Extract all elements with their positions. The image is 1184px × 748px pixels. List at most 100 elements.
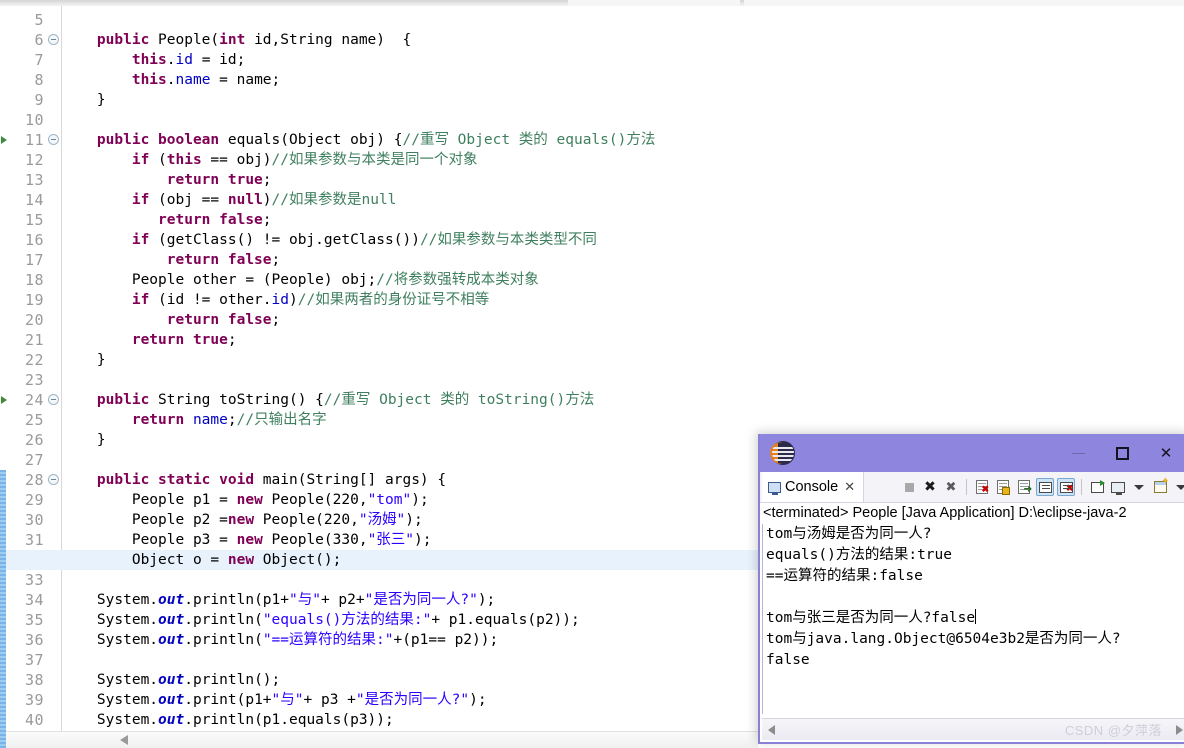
console-tab-close-icon[interactable]: ✕ <box>844 479 855 495</box>
code-token-pln: ); <box>411 492 429 508</box>
code-line[interactable]: return true; <box>62 170 272 190</box>
new-console-view-icon[interactable] <box>1151 476 1170 496</box>
remove-launch-icon[interactable]: ✖ <box>921 478 939 496</box>
code-line[interactable]: System.out.println(); <box>62 670 280 690</box>
code-fold-toggle-icon[interactable] <box>48 34 59 45</box>
maximize-icon <box>1115 446 1129 460</box>
code-line[interactable]: System.out.print(p1+"与"+ p3 +"是否为同一人?"); <box>62 690 487 710</box>
code-token-str: "是否为同一人?" <box>355 692 470 708</box>
scroll-left-arrow-icon[interactable] <box>762 721 780 739</box>
override-marker-icon[interactable] <box>0 135 9 144</box>
code-line[interactable]: System.out.println("equals()方法的结果:"+ p1.… <box>62 610 580 630</box>
code-token-pln: ( <box>158 152 167 168</box>
code-token-pln: System. <box>62 612 159 628</box>
line-number: 27 <box>24 451 44 469</box>
code-token-sfld: out <box>158 592 185 608</box>
scroll-lock-icon[interactable] <box>994 478 1012 496</box>
minimize-button[interactable] <box>1056 434 1100 472</box>
code-token-pln: ; <box>262 172 272 188</box>
code-line[interactable]: People other = (People) obj;//将参数强转成本类对象 <box>62 270 539 290</box>
code-token-pln: People p2 = <box>62 512 228 528</box>
code-line[interactable]: } <box>62 430 106 450</box>
scroll-right-arrow-icon[interactable] <box>1170 721 1184 739</box>
console-window-titlebar[interactable]: ✕ <box>760 434 1184 472</box>
code-fold-toggle-icon[interactable] <box>48 474 59 485</box>
code-token-pln: = id; <box>192 52 246 68</box>
override-marker-icon[interactable] <box>0 395 9 404</box>
code-line[interactable]: if (getClass() != obj.getClass())//如果参数与… <box>62 230 597 250</box>
line-number: 13 <box>24 171 44 189</box>
code-line[interactable]: return true; <box>62 330 237 350</box>
code-line[interactable]: System.out.println("==运算符的结果:"+(p1== p2)… <box>62 630 498 650</box>
code-line[interactable]: return false; <box>62 210 272 230</box>
code-token-pln: .println(p1+ <box>184 592 289 608</box>
code-token-pln: = name; <box>210 72 281 88</box>
code-line[interactable]: System.out.println(p1+"与"+ p2+"是否为同一人?")… <box>62 590 495 610</box>
display-console-icon[interactable] <box>1109 478 1127 496</box>
remove-all-terminated-icon[interactable]: ✖ <box>942 478 960 496</box>
code-line[interactable]: } <box>62 350 106 370</box>
code-line[interactable]: System.out.println(p1.equals(p3)); <box>62 710 394 730</box>
code-token-str: "==运算符的结果:" <box>262 632 394 648</box>
pin-console-icon[interactable] <box>1036 478 1054 496</box>
terminate-icon[interactable] <box>900 478 918 496</box>
open-console-icon[interactable] <box>1088 478 1106 496</box>
eclipse-logo-icon <box>772 442 794 464</box>
console-output-area[interactable]: tom与汤姆是否为同一人? equals()方法的结果:true ==运算符的结果:… <box>762 524 1184 714</box>
code-fold-toggle-icon[interactable] <box>48 134 59 145</box>
code-line[interactable]: if (id != other.id)//如果两者的身份证号不相等 <box>62 290 489 310</box>
code-line[interactable]: public boolean equals(Object obj) {//重写 … <box>62 130 655 150</box>
code-token-cmt: //如果参数与本类是同一个对象 <box>271 152 478 168</box>
code-token-pln: .println(); <box>184 672 281 688</box>
launch-configuration-label: <terminated> People [Java Application] D… <box>760 503 1184 524</box>
code-line[interactable]: public People(int id,String name) { <box>62 30 411 50</box>
code-line[interactable]: public static void main(String[] args) { <box>62 470 446 490</box>
code-token-kw: new <box>236 532 272 548</box>
show-console-on-output-icon[interactable]: ➜ <box>1015 478 1033 496</box>
code-token-fld: name <box>192 412 228 428</box>
line-number: 33 <box>24 571 44 589</box>
code-token-sfld: out <box>158 712 185 728</box>
code-line[interactable]: public String toString() {//重写 Object 类的… <box>62 390 594 410</box>
clear-console-icon[interactable]: ✖ <box>973 478 991 496</box>
display-selected-console-icon[interactable]: ✖ <box>1057 478 1075 496</box>
line-number: 40 <box>24 711 44 729</box>
window-controls[interactable]: ✕ <box>1056 434 1184 472</box>
current-line-gutter-highlight <box>0 550 62 570</box>
code-line[interactable]: return false; <box>62 310 281 330</box>
code-token-pln: .println( <box>184 632 263 648</box>
view-menu-dropdown-icon[interactable] <box>1172 478 1184 496</box>
code-line[interactable]: return false; <box>62 250 281 270</box>
code-line[interactable]: this.name = name; <box>62 70 280 90</box>
close-button[interactable]: ✕ <box>1144 434 1184 472</box>
code-token-pln: equals(Object obj) { <box>227 132 403 148</box>
scroll-left-arrow-icon[interactable] <box>120 735 128 745</box>
code-line[interactable]: People p2 =new People(220,"汤姆"); <box>62 510 423 530</box>
code-token-kw: this <box>62 72 167 88</box>
tab-console[interactable]: Console ✕ <box>762 472 865 502</box>
maximize-button[interactable] <box>1100 434 1144 472</box>
code-token-pln: Object o = <box>62 552 228 568</box>
code-line[interactable]: if (this == obj)//如果参数与本类是同一个对象 <box>62 150 478 170</box>
eclipse-console-window[interactable]: ✕ Console ✕ ✖ ✖ ✖ ➜ ✖ ✦ <terminated> Peo… <box>758 434 1184 744</box>
line-number: 8 <box>34 71 44 89</box>
line-number: 16 <box>24 231 44 249</box>
code-token-pln: +(p1== p2)); <box>393 632 499 648</box>
code-fold-toggle-icon[interactable] <box>48 394 59 405</box>
code-line[interactable]: People p3 = new People(330,"张三"); <box>62 530 432 550</box>
code-line[interactable]: Object o = new Object(); <box>62 550 342 570</box>
code-token-cmt: //只输出名字 <box>236 412 327 428</box>
code-token-kw: new <box>227 552 263 568</box>
console-toolbar[interactable]: Console ✕ ✖ ✖ ✖ ➜ ✖ ✦ <box>760 472 1184 503</box>
code-line[interactable]: People p1 = new People(220,"tom"); <box>62 490 429 510</box>
code-line[interactable]: } <box>62 90 106 110</box>
console-toolbar-icons[interactable]: ✖ ✖ ✖ ➜ ✖ <box>900 472 1184 502</box>
code-token-cmt: //如果参数与本类类型不同 <box>419 232 597 248</box>
code-line[interactable]: this.id = id; <box>62 50 246 70</box>
open-console-dropdown-icon[interactable] <box>1130 478 1148 496</box>
editor-gutter[interactable]: 5 6 7 8 9 10 11 12 13 14 15 16 17 18 19 20 21 22 23 24 25 26 2… <box>0 6 62 732</box>
code-token-pln: + p3 + <box>303 692 356 708</box>
code-line[interactable]: return name;//只输出名字 <box>62 410 327 430</box>
code-token-sfld: out <box>158 612 185 628</box>
code-line[interactable]: if (obj == null)//如果参数是null <box>62 190 397 210</box>
